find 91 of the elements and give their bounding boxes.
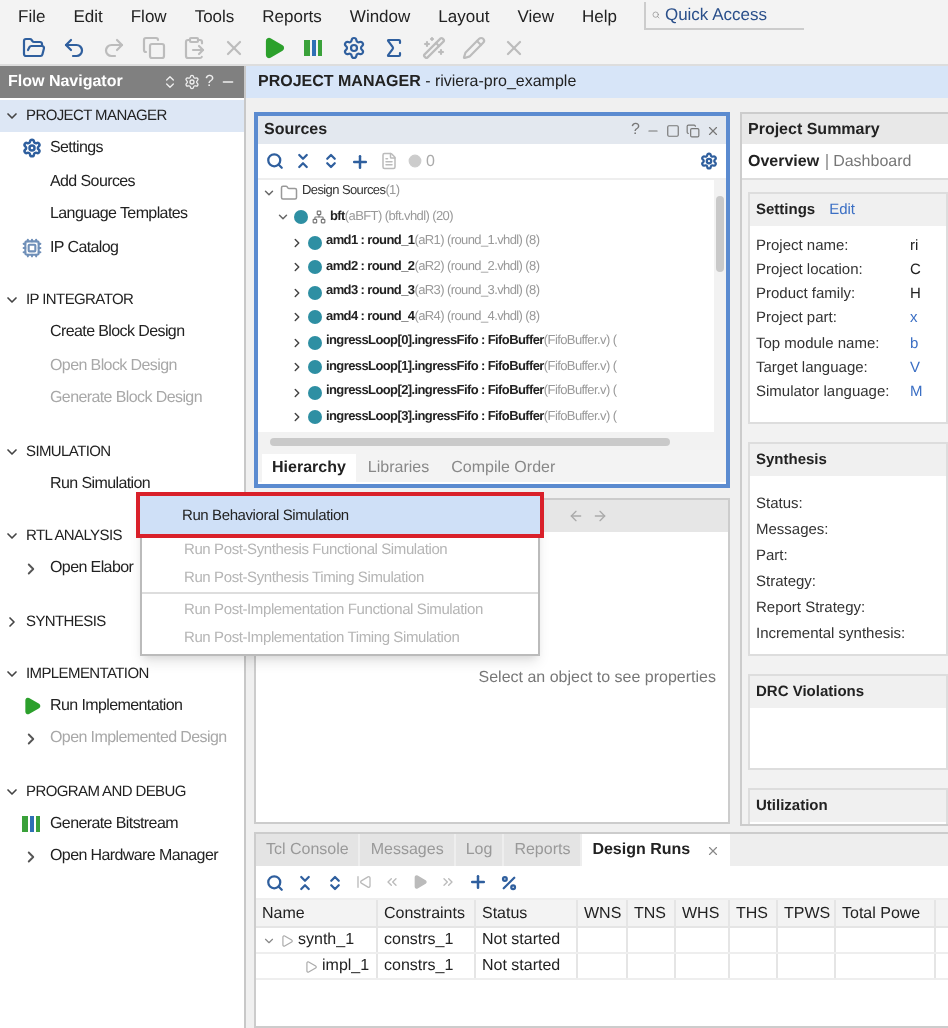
table-cell: Not started [482,928,561,952]
collapse-all-icon[interactable] [296,873,314,891]
collapse-icon[interactable] [4,783,20,799]
vertical-scrollbar[interactable] [714,180,726,432]
nav-item[interactable]: Create Block Design [50,320,185,345]
panel-title: Flow Navigator [8,70,123,94]
expand-icon[interactable] [290,385,304,400]
expand-icon[interactable] [290,235,304,250]
menu-item[interactable]: Help [581,3,617,29]
collapse-all-icon[interactable] [161,74,178,90]
table-cell: constrs_1 [384,928,454,952]
table-cell: impl_1 [322,954,370,978]
expand-all-icon[interactable] [322,152,340,170]
menu-item[interactable]: Layout [438,3,490,29]
table-cell: Not started [482,954,561,978]
column-header[interactable]: WHS [682,901,720,925]
menu-item[interactable]: Window [349,3,411,29]
percent-icon[interactable] [500,873,518,891]
float-icon[interactable] [686,123,700,137]
close-icon[interactable] [706,843,721,857]
collapse-icon[interactable] [4,665,20,681]
collapse-all-icon[interactable] [294,152,312,170]
collapse-icon[interactable] [4,528,20,544]
table-cell: synth_1 [298,928,355,952]
collapse-icon[interactable] [262,185,276,200]
maximize-icon[interactable] [666,123,680,137]
table-cell: constrs_1 [384,954,454,978]
status-icon [408,154,422,168]
menu-item[interactable]: View [517,3,554,29]
panel-tab[interactable]: Hierarchy [262,454,356,482]
menu-item[interactable]: File [18,3,46,29]
collapse-icon[interactable] [276,210,290,225]
column-header[interactable]: WNS [584,901,622,925]
column-header[interactable]: Total Powe [842,901,921,925]
panel-title: Project Summary [748,117,880,141]
add-icon[interactable] [350,151,370,171]
settings-icon [22,138,42,159]
bitstream-icon [22,813,42,834]
nav-item[interactable]: Settings [50,136,104,161]
search-icon[interactable] [266,152,284,170]
nav-item[interactable]: IP Catalog [50,235,119,260]
empty-message: Select an object to see properties [478,665,716,689]
quick-access-field[interactable]: Quick Access [644,2,805,30]
collapse-icon[interactable] [4,443,20,459]
nav-item[interactable]: Language Templates [50,202,188,227]
menu-item[interactable]: Reports [262,3,322,29]
hierarchy-icon [312,210,326,225]
nav-item[interactable]: Open Hardware Manager [50,844,218,869]
expand-icon[interactable] [4,613,20,629]
folder-icon [280,183,298,202]
summary-tab[interactable]: Overview [748,149,820,173]
summary-tab[interactable]: Dashboard [833,149,912,173]
horizontal-scrollbar[interactable] [258,432,726,450]
count-label: 0 [426,149,435,173]
settings-icon[interactable] [700,152,718,170]
panel-tab[interactable]: Design Runs [582,834,731,866]
nav-item[interactable]: Open Elabor [50,556,134,581]
expand-icon[interactable] [290,285,304,300]
expand-icon[interactable] [290,260,304,275]
expand-icon[interactable] [290,360,304,375]
chip-icon [22,237,42,258]
nav-item[interactable]: Generate Bitstream [50,811,178,836]
nav-item[interactable]: Run Implementation [50,693,183,718]
main-title: PROJECT MANAGER - riviera-pro_example [258,70,577,94]
column-header[interactable]: Name [262,901,305,925]
help-glyph[interactable]: ? [631,118,640,142]
column-header[interactable]: Status [482,901,528,925]
column-header[interactable]: THS [736,901,768,925]
expand-icon[interactable] [290,410,304,425]
column-header[interactable]: Constraints [384,901,465,925]
expand-icon[interactable] [290,310,304,325]
menu-item[interactable]: Flow [130,3,167,29]
add-icon[interactable] [468,872,488,892]
play-icon [22,695,42,716]
close-icon[interactable] [706,123,720,137]
expand-icon [22,729,40,748]
column-header[interactable]: TNS [634,901,666,925]
expand-all-icon[interactable] [326,873,344,891]
collapse-icon[interactable] [4,292,20,308]
panel-title: Sources [264,118,328,142]
expand-icon [22,847,40,866]
search-icon[interactable] [266,873,284,891]
expand-icon[interactable] [290,335,304,350]
collapse-icon[interactable] [4,108,20,124]
nav-item[interactable]: Run Simulation [50,471,151,496]
menu-item[interactable]: Edit [73,3,103,29]
nav-item[interactable]: Add Sources [50,169,136,194]
search-icon [652,8,661,22]
column-header[interactable]: TPWS [784,901,831,925]
expand-icon [22,559,40,578]
menu-item[interactable]: Tools [194,3,235,29]
